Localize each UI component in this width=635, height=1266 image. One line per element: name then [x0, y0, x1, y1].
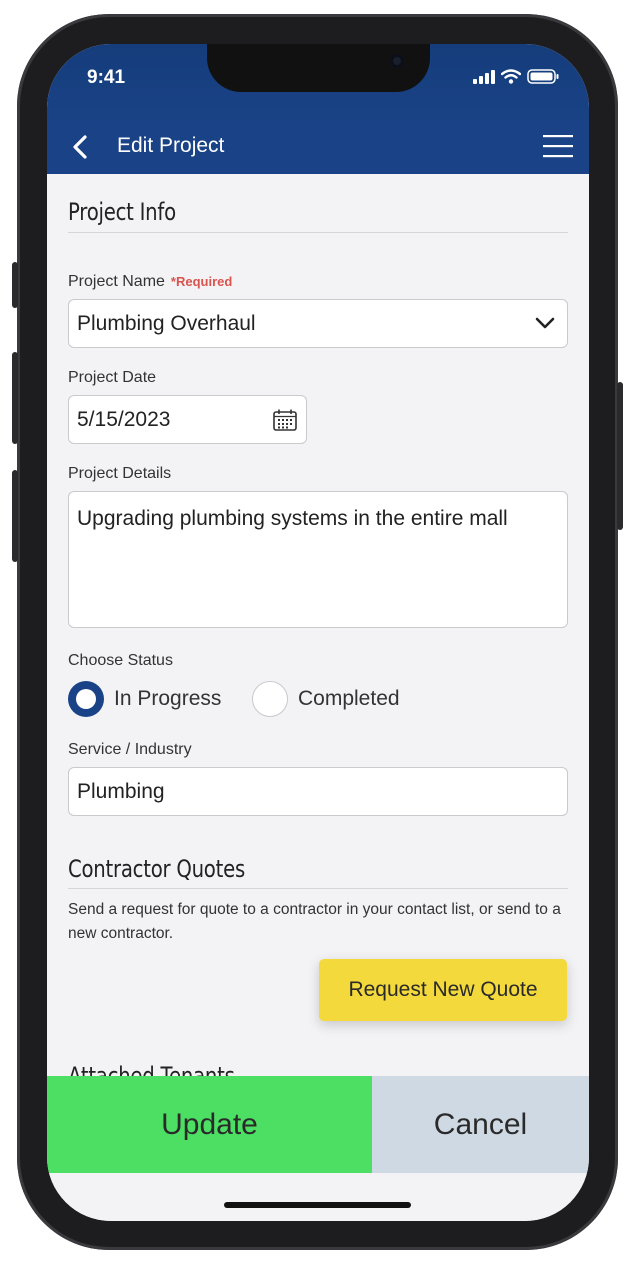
- section-heading-contractor-quotes: Contractor Quotes: [68, 855, 245, 883]
- service-industry-field[interactable]: Plumbing: [68, 767, 568, 816]
- radio-in-progress[interactable]: [68, 681, 104, 717]
- radio-in-progress-dot: [76, 689, 96, 709]
- project-name-label-text: Project Name: [68, 273, 165, 290]
- side-button-volume-down: [12, 470, 18, 562]
- project-date-field[interactable]: 5/15/2023: [68, 395, 307, 444]
- side-button-volume-up: [12, 352, 18, 444]
- update-button[interactable]: Update: [47, 1076, 372, 1173]
- section-divider: [68, 888, 568, 889]
- project-details-label: Project Details: [68, 465, 172, 482]
- home-indicator: [224, 1202, 411, 1208]
- status-time: 9:41: [87, 67, 126, 88]
- service-industry-label: Service / Industry: [68, 741, 192, 758]
- form-content: Project Info Project Name *Required Plumb…: [47, 174, 589, 1076]
- home-indicator-area: [47, 1173, 589, 1221]
- project-name-select[interactable]: Plumbing Overhaul: [68, 299, 568, 348]
- chevron-down-icon: [535, 317, 555, 329]
- notch: [207, 44, 430, 92]
- app-bar: Edit Project: [47, 120, 589, 174]
- contractor-quotes-description: Send a request for quote to a contractor…: [68, 901, 561, 942]
- request-new-quote-button[interactable]: Request New Quote: [319, 959, 567, 1021]
- required-tag: *Required: [170, 274, 233, 289]
- project-details-value: Upgrading plumbing systems in the entire…: [77, 507, 508, 530]
- project-date-value: 5/15/2023: [77, 408, 171, 431]
- hamburger-menu-icon[interactable]: [543, 133, 573, 159]
- wifi-icon: [501, 69, 521, 84]
- choose-status-label: Choose Status: [68, 652, 173, 669]
- phone-screen: 9:41 Edit Project Project Info Project N…: [47, 44, 589, 1221]
- cancel-button[interactable]: Cancel: [372, 1076, 589, 1173]
- project-name-label: Project Name *Required: [68, 273, 232, 291]
- section-heading-attached-tenants: Attached Tenants: [68, 1062, 235, 1076]
- side-button-silent: [12, 262, 18, 308]
- battery-icon: [527, 69, 559, 84]
- back-chevron-icon[interactable]: [67, 132, 97, 162]
- calendar-icon[interactable]: [272, 408, 298, 432]
- section-heading-project-info: Project Info: [68, 198, 176, 226]
- project-details-textarea[interactable]: Upgrading plumbing systems in the entire…: [68, 491, 568, 628]
- service-industry-value: Plumbing: [77, 780, 165, 803]
- radio-in-progress-label[interactable]: In Progress: [114, 687, 221, 711]
- project-name-value: Plumbing Overhaul: [77, 312, 256, 335]
- camera-icon: [390, 54, 404, 68]
- project-date-label: Project Date: [68, 369, 157, 386]
- radio-completed-label[interactable]: Completed: [298, 687, 400, 711]
- signal-icon: [473, 70, 495, 84]
- section-divider: [68, 232, 568, 233]
- radio-completed[interactable]: [252, 681, 288, 717]
- side-button-power: [617, 382, 623, 530]
- page-title: Edit Project: [117, 134, 225, 157]
- system-icons: [473, 69, 559, 84]
